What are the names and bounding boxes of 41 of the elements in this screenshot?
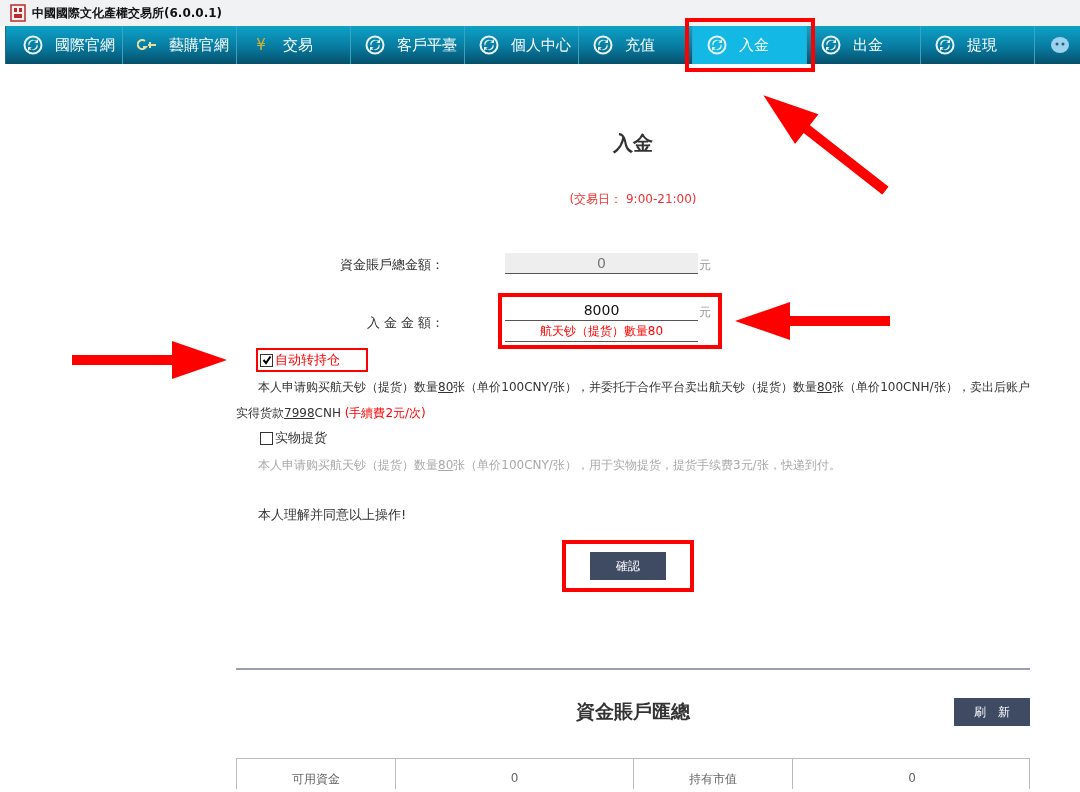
- nav-tab[interactable]: ¥ 交易: [237, 26, 351, 64]
- refresh-icon: [479, 35, 499, 55]
- yen-icon: ¥: [251, 36, 271, 54]
- table-cell: 持有市值: [634, 759, 793, 789]
- page-heading: 入金: [613, 130, 653, 157]
- checkbox[interactable]: [260, 431, 273, 445]
- field-label: 資金賬戶總金額：: [339, 256, 444, 274]
- option-description: 本人申请购买航天钞（提货）数量80张（单价100CNY/张），用于实物提货，提货手续费3元/张，快递到付。: [257, 457, 842, 474]
- option-description: 本人申请购买航天钞（提货）数量80张（单价100CNY/张），并委托于合作平台卖出航天钞（提货）数量80张（单价100CNH/张），卖出后账户实得货款7998CNH (手續費2元/次): [236, 379, 1030, 422]
- app-logo: [10, 4, 26, 22]
- nav-tab[interactable]: 國際官網: [9, 26, 123, 64]
- refresh-icon: [593, 35, 613, 55]
- nav-tab[interactable]: 藝購官網: [123, 26, 237, 64]
- nav-tab[interactable]: 提現: [921, 26, 1035, 64]
- checkbox[interactable]: [260, 353, 273, 367]
- quantity-note: 航天钞（提货）數量80: [505, 321, 698, 342]
- refresh-icon: [821, 35, 841, 55]
- checkbox-row[interactable]: 自动转持仓: [258, 350, 366, 370]
- agreement-text: 本人理解并同意以上操作!: [258, 506, 408, 524]
- mascot-icon: [1049, 35, 1071, 55]
- unit-label: 元: [699, 304, 711, 321]
- trading-hours: (交易日： 9:00-21:00): [569, 191, 697, 208]
- refresh-icon: [23, 35, 43, 55]
- refresh-icon: [365, 35, 385, 55]
- check-icon: [261, 355, 272, 365]
- link-icon: [137, 38, 157, 52]
- confirm-button[interactable]: 確認: [590, 552, 666, 580]
- field-label: 入 金 金 額：: [365, 314, 444, 332]
- table-cell: 可用資金: [237, 759, 396, 789]
- nav-tab[interactable]: 個人中心: [465, 26, 579, 64]
- table-cell: 0: [396, 759, 634, 789]
- nav-tab[interactable]: 客戶平臺: [351, 26, 465, 64]
- table-cell-text: 0: [907, 770, 917, 787]
- refresh-icon: [935, 35, 955, 55]
- summary-heading: 資金賬戶匯總: [575, 699, 691, 724]
- window-title: 中國國際文化產權交易所(6.0.0.1): [32, 4, 223, 22]
- refresh-icon: [707, 35, 727, 55]
- checkbox-row[interactable]: 实物提货: [258, 428, 353, 448]
- unit-label: 元: [699, 257, 711, 274]
- refresh-button[interactable]: 刷 新: [954, 698, 1030, 726]
- nav-tab[interactable]: 出金: [807, 26, 921, 64]
